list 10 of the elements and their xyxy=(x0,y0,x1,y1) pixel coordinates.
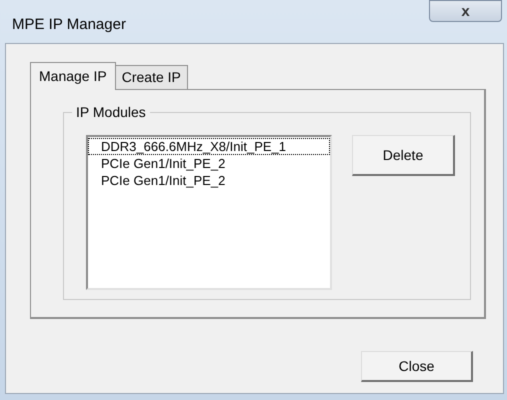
delete-button[interactable]: Delete xyxy=(352,135,455,176)
list-item[interactable]: PCIe Gen1/Init_PE_2 xyxy=(88,172,330,189)
tab[interactable]: Create IP xyxy=(116,65,188,89)
list-item[interactable]: DDR3_666.6MHz_X8/Init_PE_1 xyxy=(88,138,330,155)
close-window-button[interactable]: x xyxy=(429,0,502,22)
window-title: MPE IP Manager xyxy=(12,15,126,35)
close-button[interactable]: Close xyxy=(361,351,473,382)
module-list[interactable]: DDR3_666.6MHz_X8/Init_PE_1 PCIe Gen1/Init_PE_2 PCIe Gen1/Init_PE_2 xyxy=(86,135,332,290)
tab[interactable]: Manage IP xyxy=(30,62,116,90)
list-item[interactable]: PCIe Gen1/Init_PE_2 xyxy=(88,155,330,172)
